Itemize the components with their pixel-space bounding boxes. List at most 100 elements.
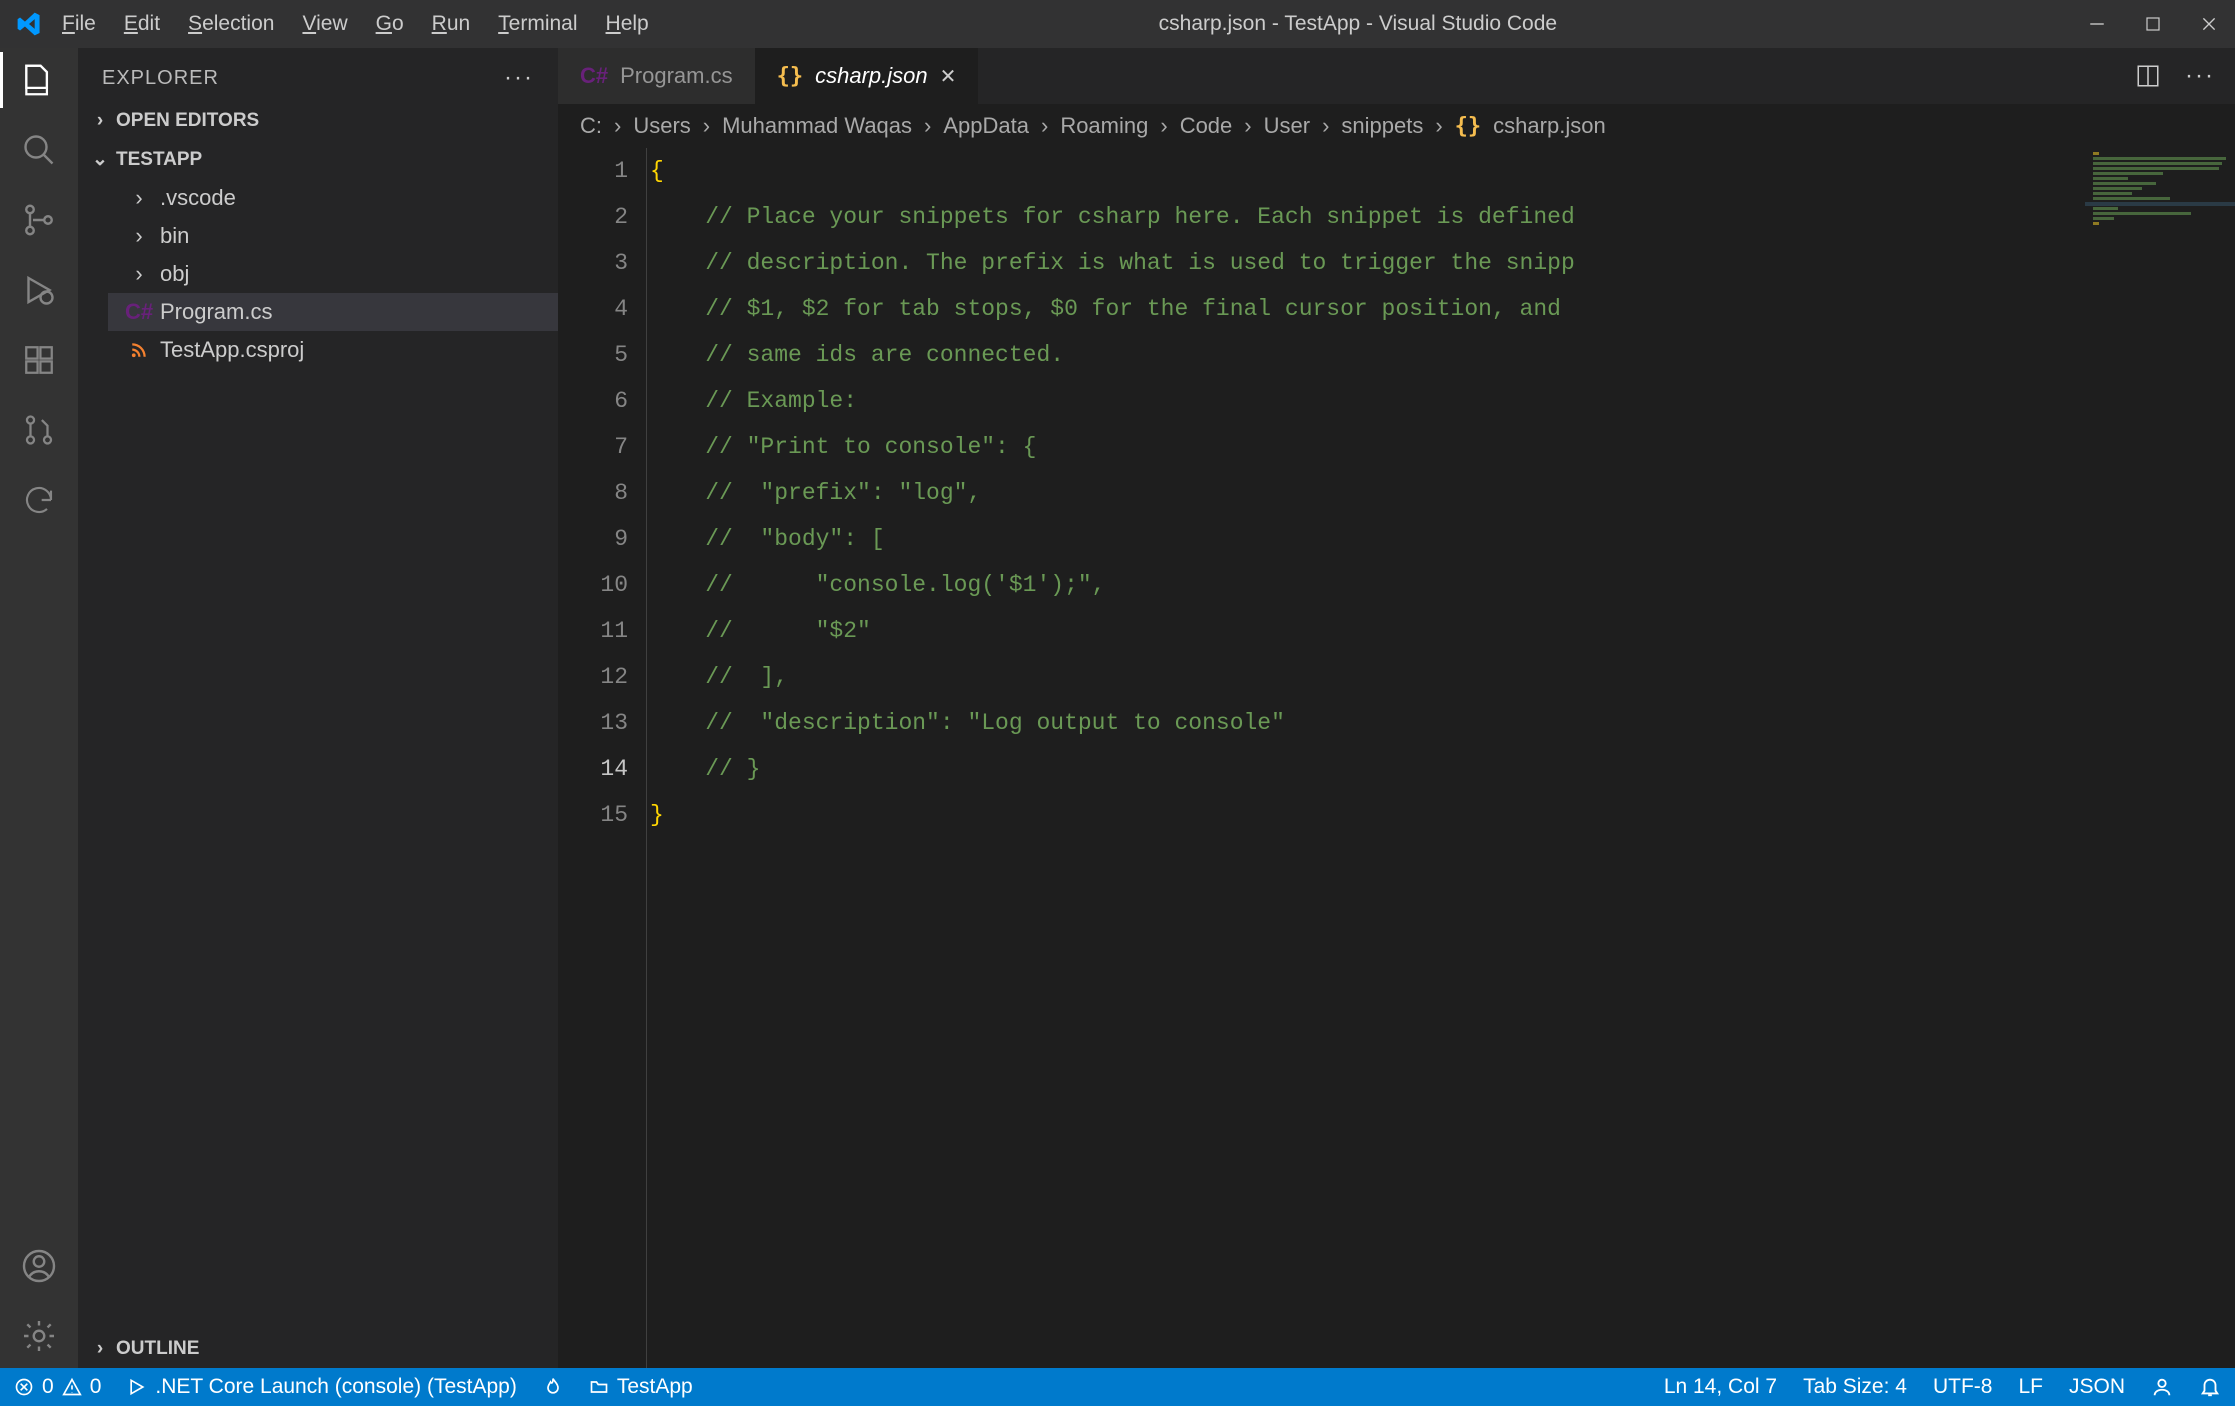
chevron-right-icon: › — [1160, 113, 1167, 139]
status-launch-config[interactable]: .NET Core Launch (console) (TestApp) — [127, 1375, 516, 1399]
menu-view[interactable]: View — [302, 12, 347, 36]
warning-count: 0 — [90, 1375, 102, 1399]
maximize-button[interactable] — [2143, 14, 2163, 34]
explorer-icon[interactable] — [19, 60, 59, 100]
chevron-down-icon: ⌄ — [92, 148, 108, 171]
tree-item--vscode[interactable]: ›.vscode — [108, 179, 558, 217]
tab-program-cs[interactable]: C# Program.cs — [558, 48, 755, 104]
breadcrumb-segment[interactable]: User — [1264, 113, 1310, 139]
rss-icon — [128, 341, 150, 359]
status-flame-icon[interactable] — [543, 1377, 563, 1397]
source-control-icon[interactable] — [19, 200, 59, 240]
tree-item-testapp-csproj[interactable]: TestApp.csproj — [108, 331, 558, 369]
editor-more-icon[interactable]: ··· — [2185, 62, 2215, 90]
code-line[interactable]: // same ids are connected. — [650, 332, 2085, 378]
code-line[interactable]: // Example: — [650, 378, 2085, 424]
close-button[interactable] — [2199, 14, 2219, 34]
breadcrumb-segment[interactable]: C: — [580, 113, 602, 139]
json-icon: {} — [777, 64, 804, 89]
chevron-right-icon: › — [924, 113, 931, 139]
menu-file[interactable]: File — [62, 12, 96, 36]
title-bar: File Edit Selection View Go Run Terminal Help c… — [0, 0, 2235, 48]
breadcrumb-segment[interactable]: snippets — [1341, 113, 1423, 139]
status-bell-icon[interactable] — [2199, 1376, 2221, 1398]
code-line[interactable]: // $1, $2 for tab stops, $0 for the fina… — [650, 286, 2085, 332]
minimap[interactable] — [2085, 148, 2235, 1368]
tree-item-bin[interactable]: › bin — [108, 217, 558, 255]
chevron-right-icon: › — [92, 110, 108, 132]
workspace-root-header[interactable]: ⌄ TESTAPP — [78, 140, 558, 179]
editor-area: C#Program.cs{}csharp.json✕ ··· C:›Users›… — [558, 48, 2235, 1368]
close-tab-icon[interactable]: ✕ — [940, 64, 957, 89]
code-line[interactable]: { — [650, 148, 2085, 194]
outline-header[interactable]: › OUTLINE — [78, 1330, 558, 1368]
tab-bar: C# Program.cs {}csharp.json✕ ··· — [558, 48, 2235, 104]
status-feedback-icon[interactable] — [2151, 1376, 2173, 1398]
status-ln-col[interactable]: Ln 14, Col 7 — [1664, 1375, 1777, 1399]
tab-csharp-json[interactable]: {}csharp.json✕ — [755, 48, 979, 104]
code-line[interactable]: // "body": [ — [650, 516, 2085, 562]
menu-selection[interactable]: Selection — [188, 12, 274, 36]
search-icon[interactable] — [19, 130, 59, 170]
menu-terminal[interactable]: Terminal — [498, 12, 577, 36]
menu-go[interactable]: Go — [376, 12, 404, 36]
status-language[interactable]: JSON — [2069, 1375, 2125, 1399]
csharp-icon: C# — [580, 63, 608, 89]
status-eol[interactable]: LF — [2018, 1375, 2043, 1399]
workspace-root-label: TESTAPP — [116, 149, 202, 171]
explorer-sidebar: EXPLORER ··· › OPEN EDITORS ⌄ TESTAPP ›.… — [78, 48, 558, 1368]
code-line[interactable]: // "Print to console": { — [650, 424, 2085, 470]
chevron-right-icon: › — [128, 223, 150, 249]
pull-request-icon[interactable] — [19, 410, 59, 450]
code-line[interactable]: // "description": "Log output to console… — [650, 700, 2085, 746]
sync-icon[interactable] — [19, 480, 59, 520]
chevron-right-icon: › — [1244, 113, 1251, 139]
status-tab-size[interactable]: Tab Size: 4 — [1803, 1375, 1907, 1399]
breadcrumb-segment[interactable]: csharp.json — [1493, 113, 1606, 139]
status-problems[interactable]: 0 0 — [14, 1375, 101, 1399]
account-icon[interactable] — [19, 1246, 59, 1286]
tree-item-label: TestApp.csproj — [160, 337, 304, 363]
tree-item-label: .vscode — [160, 185, 236, 211]
menu-edit[interactable]: Edit — [124, 12, 160, 36]
code-line[interactable]: } — [650, 792, 2085, 838]
menu-help[interactable]: Help — [606, 12, 649, 36]
launch-label: .NET Core Launch (console) (TestApp) — [155, 1375, 516, 1399]
breadcrumb-segment[interactable]: Users — [633, 113, 690, 139]
window-title: csharp.json - TestApp - Visual Studio Co… — [649, 12, 2067, 36]
settings-gear-icon[interactable] — [19, 1316, 59, 1356]
code-line[interactable]: // "prefix": "log", — [650, 470, 2085, 516]
code-line[interactable]: // } — [650, 746, 2085, 792]
breadcrumb-segment[interactable]: AppData — [943, 113, 1029, 139]
chevron-right-icon: › — [1041, 113, 1048, 139]
run-debug-icon[interactable] — [19, 270, 59, 310]
chevron-right-icon: › — [1322, 113, 1329, 139]
tree-item-obj[interactable]: ›obj — [108, 255, 558, 293]
code-line[interactable]: // description. The prefix is what is us… — [650, 240, 2085, 286]
outline-label: OUTLINE — [116, 1338, 199, 1360]
json-icon: {} — [1455, 114, 1482, 139]
breadcrumb-segment[interactable]: Muhammad Waqas — [722, 113, 912, 139]
menu-run[interactable]: Run — [432, 12, 471, 36]
file-tree: ›.vscode › bin ›objC#Program.cs TestApp.cspr… — [78, 179, 558, 369]
code-line[interactable]: // "console.log('$1');", — [650, 562, 2085, 608]
chevron-right-icon: › — [92, 1338, 108, 1360]
split-editor-icon[interactable] — [2135, 63, 2161, 89]
breadcrumb-segment[interactable]: Code — [1180, 113, 1233, 139]
tree-item-label: bin — [160, 223, 189, 249]
tree-item-program-cs[interactable]: C#Program.cs — [108, 293, 558, 331]
explorer-more-icon[interactable]: ··· — [504, 64, 534, 92]
status-encoding[interactable]: UTF-8 — [1933, 1375, 1993, 1399]
breadcrumb-segment[interactable]: Roaming — [1060, 113, 1148, 139]
extensions-icon[interactable] — [19, 340, 59, 380]
code-line[interactable]: // Place your snippets for csharp here. … — [650, 194, 2085, 240]
tab-label: Program.cs — [620, 63, 732, 89]
code-line[interactable]: // ], — [650, 654, 2085, 700]
code-line[interactable]: // "$2" — [650, 608, 2085, 654]
code-editor[interactable]: { // Place your snippets for csharp here… — [646, 148, 2085, 1368]
minimize-button[interactable] — [2087, 14, 2107, 34]
tree-item-label: obj — [160, 261, 189, 287]
breadcrumbs[interactable]: C: › Users › Muhammad Waqas › AppData › Roaming ›… — [558, 104, 2235, 148]
status-project[interactable]: TestApp — [589, 1375, 693, 1399]
open-editors-header[interactable]: › OPEN EDITORS — [78, 102, 558, 140]
